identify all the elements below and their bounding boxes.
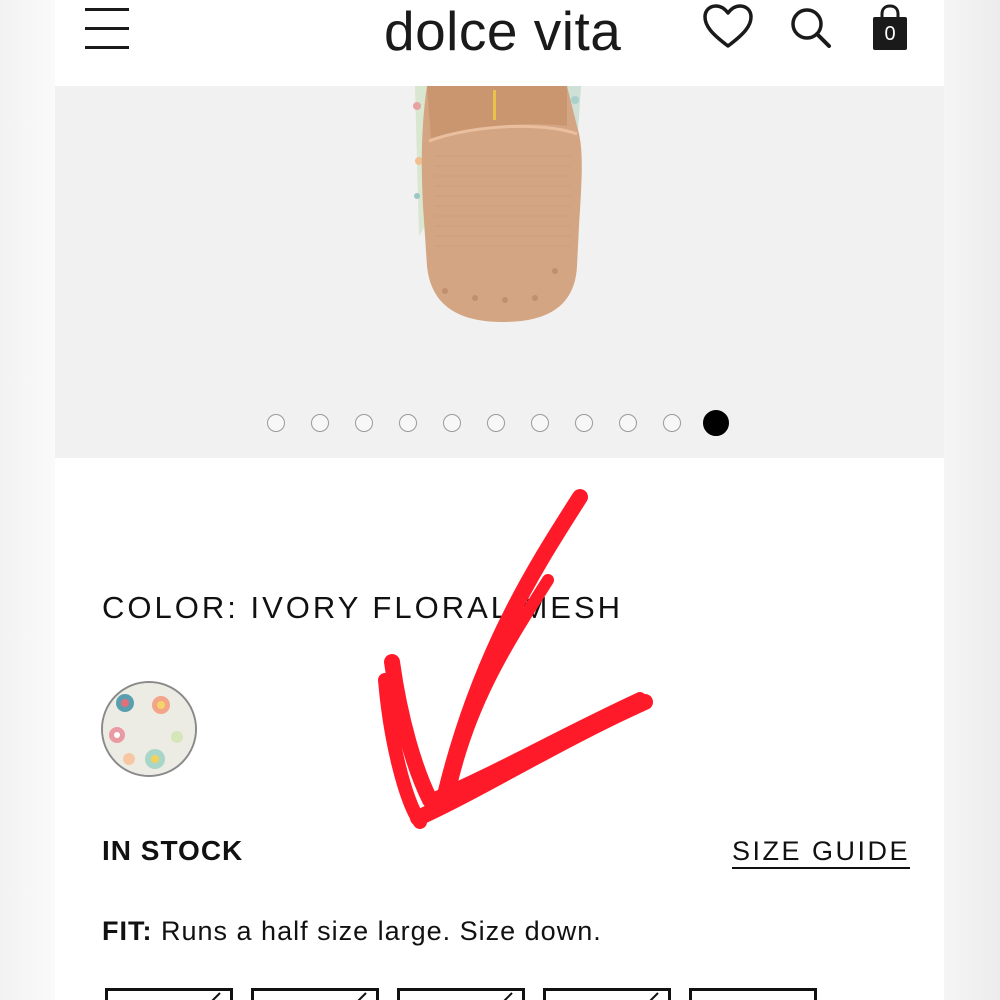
size-option[interactable] xyxy=(251,988,379,1000)
product-image-gallery[interactable] xyxy=(55,86,944,458)
gallery-dot[interactable] xyxy=(443,414,461,432)
site-logo[interactable]: dolce vita xyxy=(384,0,621,62)
gallery-dot[interactable] xyxy=(575,414,593,432)
size-option[interactable] xyxy=(105,988,233,1000)
color-swatch-ivory-floral-mesh[interactable] xyxy=(101,681,197,777)
gallery-dot[interactable] xyxy=(399,414,417,432)
gallery-dot[interactable] xyxy=(531,414,549,432)
gallery-dot[interactable] xyxy=(355,414,373,432)
shopping-bag-icon[interactable]: 0 xyxy=(872,4,908,52)
fit-note: FIT: Runs a half size large. Size down. xyxy=(102,916,602,947)
fit-text: Runs a half size large. Size down. xyxy=(152,916,602,946)
search-icon[interactable] xyxy=(789,6,833,50)
cart-count: 0 xyxy=(884,23,896,45)
heart-icon[interactable] xyxy=(702,4,754,50)
gallery-dot[interactable] xyxy=(487,414,505,432)
site-header: dolce vita 0 xyxy=(55,0,944,86)
gallery-dot[interactable] xyxy=(619,414,637,432)
floral-pattern-icon xyxy=(103,683,195,775)
unavailable-slash-icon xyxy=(211,992,221,1000)
gallery-dot[interactable] xyxy=(663,414,681,432)
hamburger-menu-icon[interactable] xyxy=(85,8,129,50)
size-option[interactable] xyxy=(543,988,671,1000)
fit-label: FIT: xyxy=(102,916,153,946)
shoe-sole-image xyxy=(413,86,582,322)
unavailable-slash-icon xyxy=(357,992,367,1000)
gallery-dot-active[interactable] xyxy=(703,410,729,436)
size-option[interactable] xyxy=(689,988,817,1000)
unavailable-slash-icon xyxy=(649,992,659,1000)
stock-status: IN STOCK xyxy=(102,835,244,866)
product-page: dolce vita 0 COLOR: IVORY FLORAL MESH IN… xyxy=(55,0,944,1000)
size-option[interactable] xyxy=(397,988,525,1000)
size-guide-link[interactable]: SIZE GUIDE xyxy=(732,835,911,869)
gallery-dot[interactable] xyxy=(311,414,329,432)
gallery-dot[interactable] xyxy=(267,414,285,432)
selected-color-label: COLOR: IVORY FLORAL MESH xyxy=(102,590,624,625)
unavailable-slash-icon xyxy=(503,992,513,1000)
